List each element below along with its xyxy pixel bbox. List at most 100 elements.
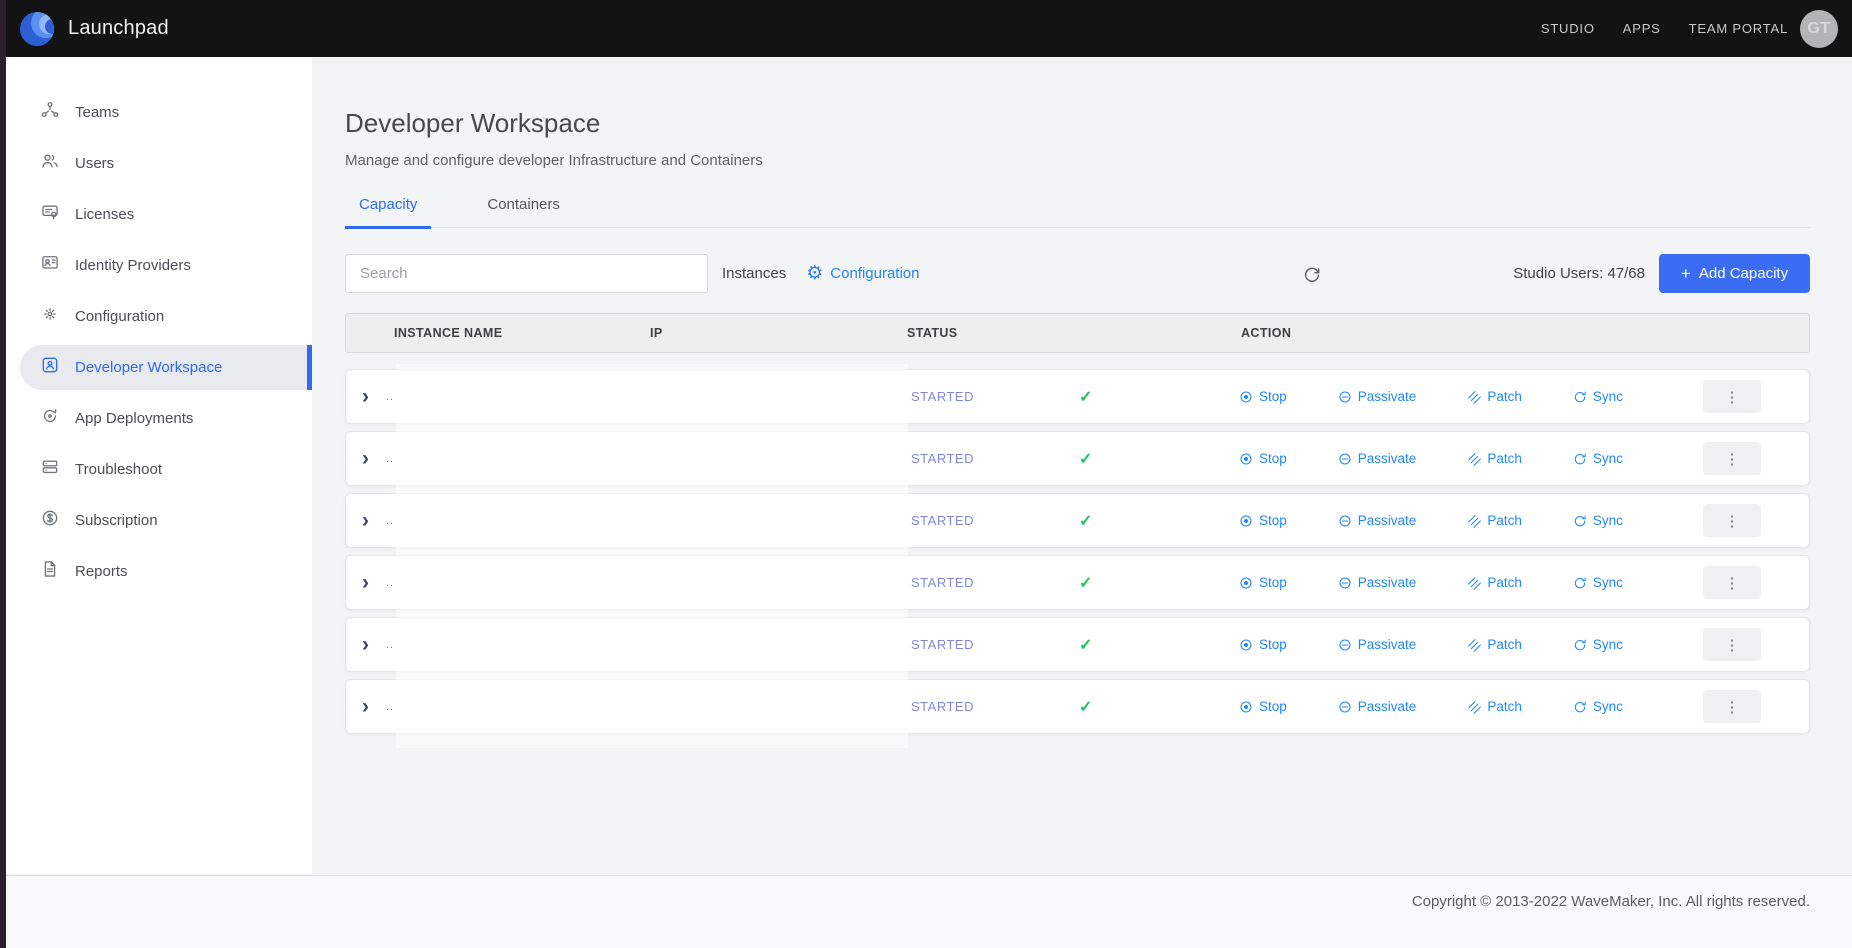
licenses-icon [40,202,60,222]
sidebar-item[interactable]: Subscription [6,495,312,546]
stop-action[interactable]: Stop [1238,637,1287,653]
passivate-action[interactable]: Passivate [1337,513,1417,529]
sync-action[interactable]: Sync [1572,637,1623,653]
row-actions: Stop Passivate Patch Sync [1224,699,1623,715]
stop-action[interactable]: Stop [1238,389,1287,405]
stop-action[interactable]: Stop [1238,575,1287,591]
sidebar-item[interactable]: Identity Providers [6,240,312,291]
chevron-right-icon[interactable]: › [362,634,386,655]
sync-action[interactable]: Sync [1572,699,1623,715]
row-menu-button[interactable]: ⋮ [1703,442,1761,475]
stop-action[interactable]: Stop [1238,513,1287,529]
sync-action[interactable]: Sync [1572,451,1623,467]
refresh-icon[interactable] [1301,263,1323,285]
sidebar-item[interactable]: Users [6,138,312,189]
health-check-icon: ✓ [1064,449,1224,469]
sidebar-item[interactable]: Reports [6,546,312,597]
patch-icon [1466,513,1482,529]
kebab-icon: ⋮ [1725,698,1740,716]
studio-users-count: Studio Users: 47/68 [1513,265,1645,282]
row-menu-button[interactable]: ⋮ [1703,504,1761,537]
passivate-icon [1337,699,1353,715]
row-menu-button[interactable]: ⋮ [1703,628,1761,661]
row-menu-button[interactable]: ⋮ [1703,690,1761,723]
patch-action[interactable]: Patch [1466,575,1522,591]
kebab-icon: ⋮ [1725,388,1740,406]
stop-icon [1238,389,1254,405]
passivate-icon [1337,637,1353,653]
copyright-text: Copyright © 2013-2022 WaveMaker, Inc. Al… [1412,893,1810,910]
sync-action[interactable]: Sync [1572,513,1623,529]
sync-icon [1572,637,1588,653]
configuration-link[interactable]: ⚙ Configuration [806,264,919,283]
patch-action[interactable]: Patch [1466,699,1522,715]
passivate-icon [1337,451,1353,467]
sidebar-item[interactable]: Teams [6,87,312,138]
passivate-action[interactable]: Passivate [1337,389,1417,405]
table-row: › .. STARTED ✓ Stop Passivate Patch Sync… [345,493,1810,548]
chevron-right-icon[interactable]: › [362,386,386,407]
topbar-nav-link[interactable]: STUDIO [1541,21,1595,36]
add-capacity-button[interactable]: + Add Capacity [1659,254,1810,293]
instances-label: Instances [722,265,786,282]
sync-icon [1572,575,1588,591]
sidebar-item[interactable]: Troubleshoot [6,444,312,495]
patch-action[interactable]: Patch [1466,389,1522,405]
table-row: › .. STARTED ✓ Stop Passivate Patch Sync… [345,431,1810,486]
sidebar: Teams Users Licenses Identity Providers [6,57,312,874]
sidebar-item[interactable]: Developer Workspace [6,342,312,393]
sidebar-item-label: Licenses [75,206,134,223]
table-row: › .. STARTED ✓ Stop Passivate Patch Sync… [345,555,1810,610]
patch-icon [1466,699,1482,715]
developer-workspace-icon [40,355,60,375]
status-badge: STARTED [899,699,1064,714]
topbar-nav-link[interactable]: TEAM PORTAL [1689,21,1788,36]
topbar-nav-link[interactable]: APPS [1623,21,1661,36]
stop-icon [1238,699,1254,715]
sidebar-item-label: Users [75,155,114,172]
row-menu-button[interactable]: ⋮ [1703,380,1761,413]
tab[interactable]: Containers [473,196,574,229]
search-input[interactable] [345,254,708,293]
row-actions: Stop Passivate Patch Sync [1224,513,1623,529]
row-actions: Stop Passivate Patch Sync [1224,451,1623,467]
sync-action[interactable]: Sync [1572,575,1623,591]
stop-action[interactable]: Stop [1238,451,1287,467]
patch-action[interactable]: Patch [1466,513,1522,529]
patch-action[interactable]: Patch [1466,451,1522,467]
users-icon [40,151,60,171]
column-header-action: ACTION [1241,326,1291,340]
sidebar-item-label: Identity Providers [75,257,191,274]
chevron-right-icon[interactable]: › [362,448,386,469]
sidebar-item[interactable]: App Deployments [6,393,312,444]
sidebar-item-label: App Deployments [75,410,193,427]
patch-icon [1466,389,1482,405]
passivate-action[interactable]: Passivate [1337,637,1417,653]
chevron-right-icon[interactable]: › [362,572,386,593]
health-check-icon: ✓ [1064,573,1224,593]
passivate-action[interactable]: Passivate [1337,451,1417,467]
sidebar-item[interactable]: Licenses [6,189,312,240]
passivate-action[interactable]: Passivate [1337,699,1417,715]
user-avatar[interactable]: GT [1800,10,1838,48]
redacted-name-prefix: .. [386,515,400,527]
page-subtitle: Manage and configure developer Infrastru… [345,152,1810,169]
sync-action[interactable]: Sync [1572,389,1623,405]
chevron-right-icon[interactable]: › [362,510,386,531]
chevron-right-icon[interactable]: › [362,696,386,717]
table-row: › .. STARTED ✓ Stop Passivate Patch Sync… [345,369,1810,424]
patch-icon [1466,637,1482,653]
row-menu-button[interactable]: ⋮ [1703,566,1761,599]
table-row: › .. STARTED ✓ Stop Passivate Patch Sync… [345,679,1810,734]
status-badge: STARTED [899,637,1064,652]
passivate-action[interactable]: Passivate [1337,575,1417,591]
stop-action[interactable]: Stop [1238,699,1287,715]
tab[interactable]: Capacity [345,196,431,229]
page-title: Developer Workspace [345,108,1810,139]
row-actions: Stop Passivate Patch Sync [1224,637,1623,653]
patch-action[interactable]: Patch [1466,637,1522,653]
sidebar-item[interactable]: Configuration [6,291,312,342]
topbar: Launchpad STUDIO APPS TEAM PORTAL GT [0,0,1852,57]
app-title: Launchpad [68,17,169,40]
active-item-bar [307,345,312,390]
